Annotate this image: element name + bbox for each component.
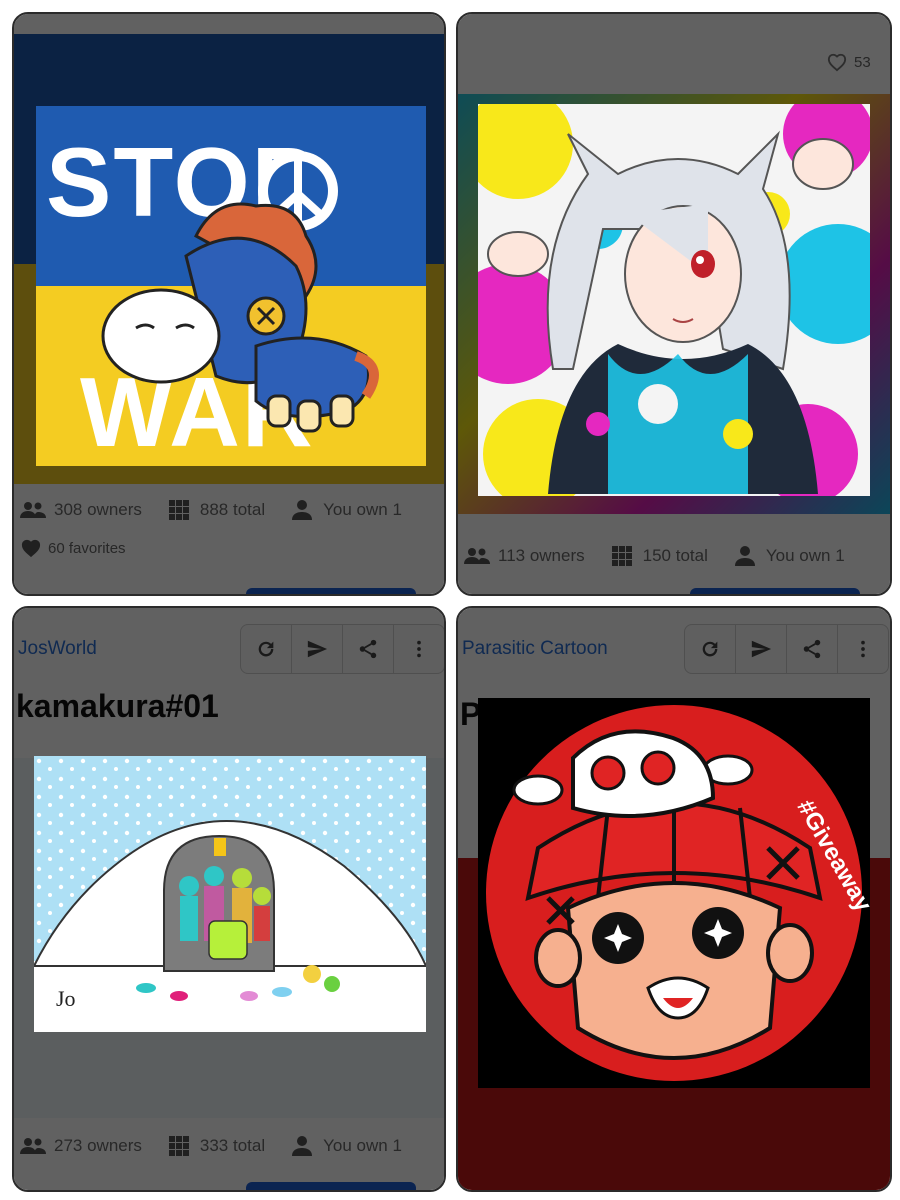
refresh-icon xyxy=(258,641,274,657)
owners-count: 308 owners xyxy=(54,500,142,519)
nft-card-kamakura[interactable]: JosWorld kamakura#01 273 owners 333 tota… xyxy=(12,606,446,1192)
total-count: 150 total xyxy=(642,546,708,565)
heart-outline-icon xyxy=(827,53,847,72)
people-icon xyxy=(20,1138,46,1154)
nft-artwork-anime-girl xyxy=(478,104,870,496)
favorites-count: 60 favorites xyxy=(48,539,126,557)
buy-button[interactable] xyxy=(246,1182,416,1190)
you-own-stat: You own 1 xyxy=(289,1136,402,1156)
transfer-button[interactable] xyxy=(736,625,787,673)
more-options-button[interactable] xyxy=(838,625,888,673)
person-icon xyxy=(734,546,755,566)
artist-signature: Jo xyxy=(56,986,76,1011)
people-icon xyxy=(464,548,490,564)
heart-icon xyxy=(21,539,41,558)
card-toolbar xyxy=(684,624,889,674)
share-icon xyxy=(803,639,821,659)
favorites-count: 53 xyxy=(854,53,871,71)
refresh-button[interactable] xyxy=(685,625,736,673)
card-stats: 273 owners 333 total You own 1 xyxy=(14,1136,444,1156)
total-stat: 333 total xyxy=(166,1136,265,1156)
horse-mascot-illustration xyxy=(101,151,379,433)
grid-icon xyxy=(168,500,189,520)
people-icon xyxy=(20,502,46,518)
refresh-icon xyxy=(702,641,718,657)
person-icon xyxy=(292,500,313,520)
nft-artwork-kamakura: Jo xyxy=(34,756,426,1032)
owners-count: 273 owners xyxy=(54,1136,142,1155)
more-vertical-icon xyxy=(417,640,421,658)
owners-count: 113 owners xyxy=(498,546,585,565)
you-own-count: You own 1 xyxy=(323,500,402,519)
favorite-button[interactable]: 53 xyxy=(826,52,871,72)
nft-card-stop-war[interactable]: 308 owners 888 total You own 1 60 favori… xyxy=(12,12,446,596)
person-icon xyxy=(292,1136,313,1156)
creator-link[interactable]: Parasitic Cartoon xyxy=(462,638,608,660)
nft-artwork-parasitic-cartoon: #Giveaway xyxy=(478,698,870,1088)
buy-button[interactable] xyxy=(690,588,860,594)
you-own-stat: You own 1 xyxy=(289,500,402,520)
paint-splatter-girl-illustration xyxy=(478,104,870,496)
more-options-button[interactable] xyxy=(394,625,444,673)
share-button[interactable] xyxy=(343,625,394,673)
you-own-stat: You own 1 xyxy=(732,546,845,566)
buy-button[interactable] xyxy=(246,588,416,594)
refresh-button[interactable] xyxy=(241,625,292,673)
share-button[interactable] xyxy=(787,625,838,673)
favorites-stat[interactable]: 60 favorites xyxy=(20,538,126,558)
card-stats: 113 owners 150 total You own 1 xyxy=(458,546,890,566)
red-beanie-character-illustration: #Giveaway xyxy=(486,705,870,1081)
total-stat: 150 total xyxy=(609,546,708,566)
nft-card-parasitic-cartoon[interactable]: Parasitic Cartoon Parasitic Cartoon # xyxy=(456,606,892,1192)
transfer-button[interactable] xyxy=(292,625,343,673)
owners-stat: 308 owners xyxy=(20,500,142,520)
you-own-count: You own 1 xyxy=(765,546,845,565)
total-stat: 888 total xyxy=(166,500,265,520)
you-own-count: You own 1 xyxy=(323,1136,402,1155)
card-toolbar xyxy=(240,624,444,674)
total-count: 888 total xyxy=(199,500,266,519)
send-icon xyxy=(307,640,328,658)
share-icon xyxy=(359,639,377,659)
card-stats: 308 owners 888 total You own 1 xyxy=(14,500,444,520)
owners-stat: 273 owners xyxy=(20,1136,142,1156)
grid-icon xyxy=(168,1136,189,1156)
owners-stat: 113 owners xyxy=(464,546,585,566)
creator-link[interactable]: JosWorld xyxy=(18,638,97,660)
nft-card-anime-girl[interactable]: 53 113 owners 150 total You own 1 xyxy=(456,12,892,596)
more-vertical-icon xyxy=(861,640,865,658)
nft-artwork-stop-war: STOP WAR xyxy=(36,106,426,466)
grid-icon xyxy=(611,546,632,566)
snow-hut-illustration: Jo xyxy=(34,756,426,1032)
send-icon xyxy=(751,640,772,658)
total-count: 333 total xyxy=(199,1136,266,1155)
nft-title: kamakura#01 xyxy=(16,688,219,724)
